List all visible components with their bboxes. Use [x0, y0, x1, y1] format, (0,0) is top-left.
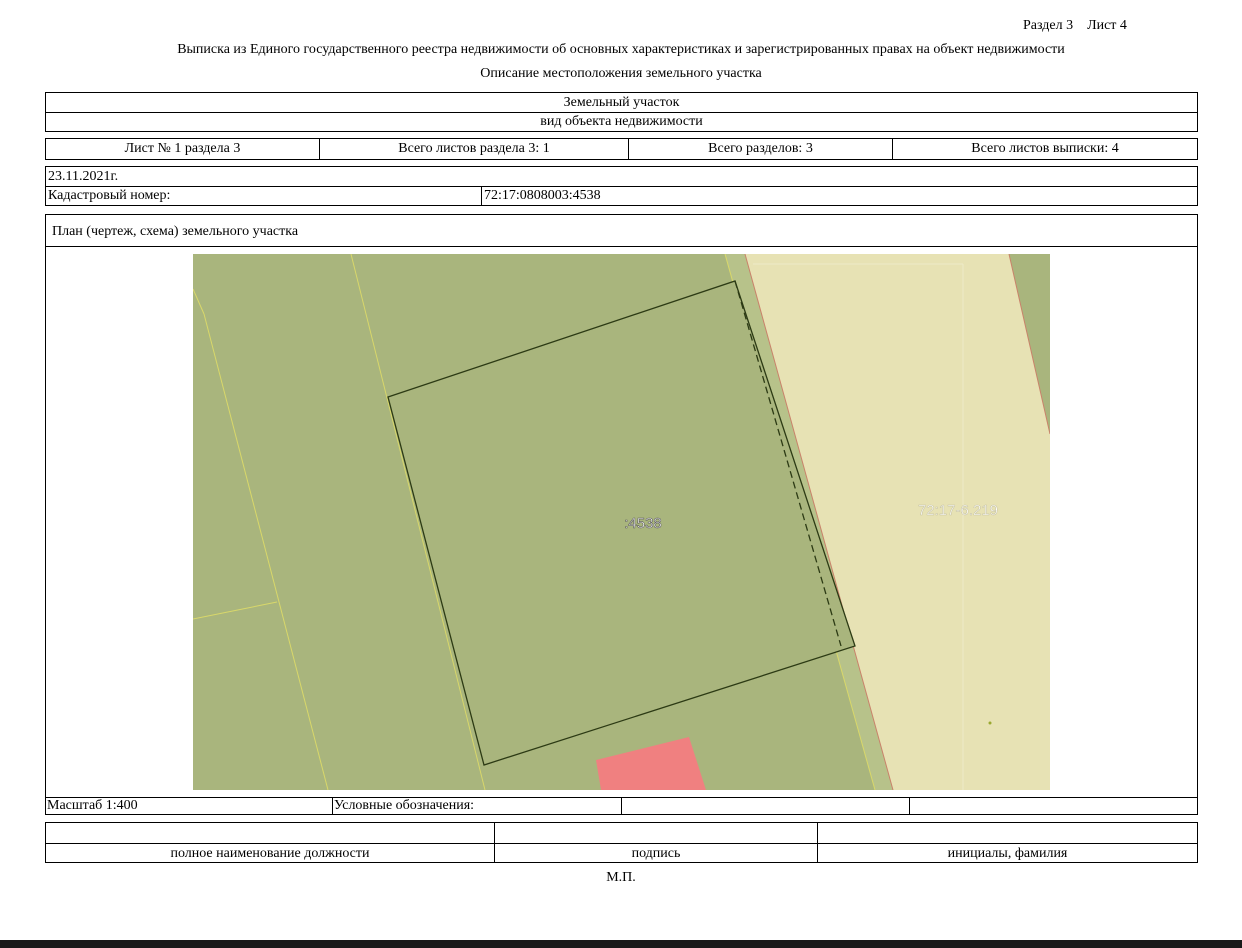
document-title: Выписка из Единого государственного реес… [177, 42, 1065, 57]
section-sheet-label: Раздел 3 Лист 4 [1023, 18, 1127, 33]
stamp-label: М.П. [606, 870, 636, 885]
object-type-table: Земельный участок вид объекта недвижимос… [45, 92, 1198, 132]
position-label: полное наименование должности [170, 845, 370, 861]
sheets-table: Лист № 1 раздела 3 Всего листов раздела … [45, 138, 1198, 160]
scale-label: Масштаб 1:400 [47, 798, 138, 813]
object-type-label: вид объекта недвижимости [540, 114, 703, 129]
object-type-value: Земельный участок [563, 94, 680, 110]
total-section-sheets: Всего листов раздела 3: 1 [398, 141, 550, 156]
signature-table: полное наименование должности подпись ин… [45, 822, 1198, 863]
total-sections: Всего разделов: 3 [708, 141, 813, 156]
signature-label: подпись [631, 845, 681, 861]
map-point-marker [988, 721, 992, 725]
scale-legend-row: Масштаб 1:400 Условные обозначения: [45, 797, 1198, 815]
plan-title: План (чертеж, схема) земельного участка [52, 224, 299, 239]
total-extract-sheets: Всего листов выписки: 4 [971, 141, 1119, 156]
cadastral-table: 23.11.2021г. Кадастровый номер: 72:17:08… [45, 166, 1198, 206]
cadastral-map: :4538 72:17-6.219 [193, 254, 1050, 790]
legend-label: Условные обозначения: [334, 798, 475, 813]
sheet-number: Лист № 1 раздела 3 [124, 141, 241, 156]
extract-date: 23.11.2021г. [48, 169, 119, 184]
document-page: Раздел 3 Лист 4 Выписка из Единого госуд… [0, 0, 1242, 940]
name-label: инициалы, фамилия [947, 845, 1068, 861]
cadastral-number-value: 72:17:0808003:4538 [484, 188, 601, 203]
document-subtitle: Описание местоположения земельного участ… [480, 66, 762, 81]
parcel-label: :4538 [624, 515, 662, 532]
cadastral-number-label: Кадастровый номер: [48, 188, 171, 203]
neighbor-label: 72:17-6.219 [918, 502, 998, 519]
